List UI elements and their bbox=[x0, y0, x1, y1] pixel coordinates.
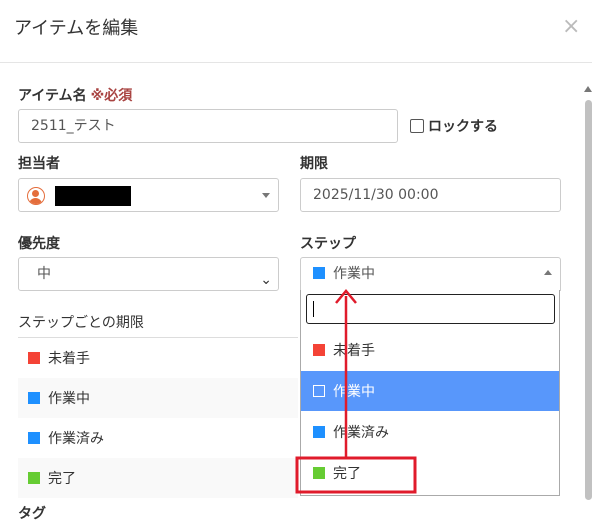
step-name: 作業中 bbox=[48, 391, 90, 407]
scrollbar-thumb[interactable] bbox=[585, 100, 592, 500]
lock-checkbox[interactable]: ロックする bbox=[410, 116, 498, 136]
deadline-input[interactable]: 2025/11/30 00:00 bbox=[300, 178, 561, 212]
table-row: 完了 bbox=[18, 458, 298, 498]
step-select[interactable]: 作業中 bbox=[300, 257, 561, 291]
step-label: ステップ bbox=[300, 236, 356, 252]
modal-header: アイテムを編集 × bbox=[0, 0, 592, 63]
step-color-swatch bbox=[28, 432, 40, 444]
dropdown-option[interactable]: 作業済み bbox=[301, 412, 559, 452]
table-row: 未着手 bbox=[18, 338, 298, 378]
priority-value: 中 bbox=[37, 266, 51, 282]
text-cursor bbox=[313, 301, 314, 317]
step-color-swatch bbox=[313, 267, 325, 279]
chevron-down-icon: ⌄ bbox=[260, 272, 272, 288]
caret-up-icon bbox=[544, 270, 552, 275]
step-color-swatch bbox=[313, 467, 325, 479]
scroll-up-icon[interactable] bbox=[584, 86, 592, 92]
step-name: 未着手 bbox=[48, 351, 90, 367]
step-deadlines-table: 未着手作業中作業済み完了 bbox=[18, 337, 298, 498]
option-label: 作業中 bbox=[333, 384, 375, 400]
option-label: 作業済み bbox=[333, 425, 389, 441]
assignee-select[interactable] bbox=[18, 178, 279, 212]
caret-down-icon bbox=[262, 193, 270, 198]
step-dropdown: 未着手作業中作業済み完了 bbox=[300, 290, 560, 496]
tags-label: タグ bbox=[18, 506, 46, 522]
checkbox-icon[interactable] bbox=[410, 119, 424, 133]
step-value: 作業中 bbox=[333, 266, 375, 282]
close-icon[interactable]: × bbox=[562, 14, 580, 39]
step-name: 作業済み bbox=[48, 431, 104, 447]
step-name: 完了 bbox=[48, 471, 76, 487]
dropdown-option[interactable]: 未着手 bbox=[301, 330, 559, 370]
assignee-label: 担当者 bbox=[18, 156, 60, 172]
item-name-input[interactable]: 2511_テスト bbox=[18, 109, 398, 143]
priority-label: 優先度 bbox=[18, 236, 60, 252]
step-color-swatch bbox=[28, 472, 40, 484]
item-name-label-text: アイテム名 bbox=[18, 88, 87, 104]
deadline-label: 期限 bbox=[300, 156, 328, 172]
item-name-label: アイテム名 ※必須 bbox=[18, 85, 132, 105]
option-label: 完了 bbox=[333, 466, 361, 482]
step-color-swatch bbox=[313, 344, 325, 356]
step-color-swatch bbox=[28, 352, 40, 364]
table-row: 作業済み bbox=[18, 418, 298, 458]
option-label: 未着手 bbox=[333, 343, 375, 359]
redacted-name bbox=[55, 186, 131, 206]
step-color-swatch bbox=[28, 392, 40, 404]
required-mark: ※必須 bbox=[90, 88, 133, 104]
lock-label: ロックする bbox=[428, 119, 498, 135]
modal-title: アイテムを編集 bbox=[14, 18, 139, 39]
dropdown-option[interactable]: 完了 bbox=[301, 453, 559, 493]
table-row: 作業中 bbox=[18, 378, 298, 418]
step-color-swatch bbox=[313, 426, 325, 438]
priority-select[interactable]: 中 ⌄ bbox=[18, 257, 279, 291]
dropdown-option[interactable]: 作業中 bbox=[301, 371, 559, 411]
dropdown-search-input[interactable] bbox=[306, 294, 555, 324]
step-deadlines-label: ステップごとの期限 bbox=[18, 315, 144, 331]
avatar-icon bbox=[27, 187, 45, 205]
step-color-swatch bbox=[313, 385, 325, 397]
